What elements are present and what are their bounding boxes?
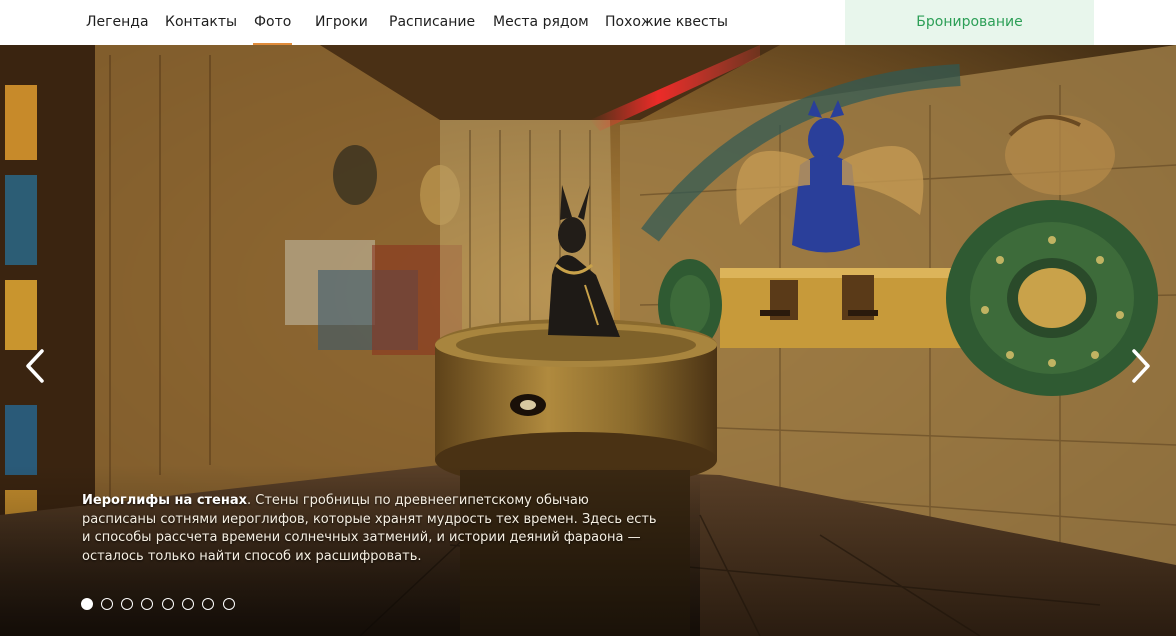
slide-dot-5[interactable]: [162, 598, 174, 610]
nav-photo[interactable]: Фото: [252, 0, 293, 45]
booking-button[interactable]: Бронирование: [845, 0, 1094, 45]
slide-dot-1[interactable]: [81, 598, 93, 610]
slide-dot-4[interactable]: [141, 598, 153, 610]
top-navigation: Легенда Контакты Фото Игроки Расписание …: [0, 0, 1176, 45]
caption-title: Иероглифы на стенах: [82, 493, 248, 508]
chevron-left-icon: [26, 349, 44, 383]
nav-similar-quests[interactable]: Похожие квесты: [605, 0, 728, 45]
slide-dot-2[interactable]: [101, 598, 113, 610]
nav-legend[interactable]: Легенда: [86, 0, 149, 45]
slide-caption: Иероглифы на стенах. Стены гробницы по д…: [82, 492, 667, 566]
slide-dot-3[interactable]: [121, 598, 133, 610]
chevron-right-icon: [1132, 349, 1150, 383]
nav-places-nearby[interactable]: Места рядом: [493, 0, 589, 45]
prev-slide-button[interactable]: [22, 347, 52, 385]
slide-dot-7[interactable]: [202, 598, 214, 610]
next-slide-button[interactable]: [1124, 347, 1154, 385]
nav-contacts[interactable]: Контакты: [165, 0, 237, 45]
nav-players[interactable]: Игроки: [315, 0, 368, 45]
photo-slider: Иероглифы на стенах. Стены гробницы по д…: [0, 45, 1176, 636]
nav-schedule[interactable]: Расписание: [389, 0, 475, 45]
slide-dot-8[interactable]: [223, 598, 235, 610]
slide-dot-6[interactable]: [182, 598, 194, 610]
